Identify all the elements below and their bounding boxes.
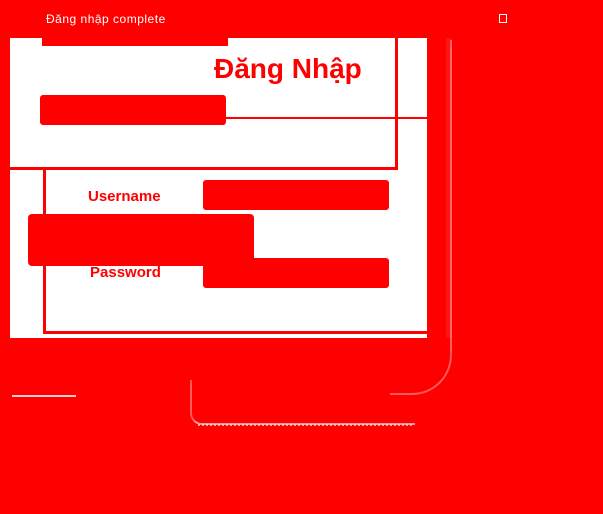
password-label: Password [90,264,161,281]
header-notch [42,38,228,46]
username-input[interactable] [203,180,389,210]
frame-line-left [12,395,76,397]
username-label: Username [88,188,161,205]
frame-curve-bottom [190,380,415,425]
page-title: Đăng Nhập [214,53,362,84]
frame-dotted-line [198,424,412,430]
subtitle-bar [40,95,226,125]
frame-curve-right [390,40,452,395]
status-text: Đăng nhập complete [46,12,166,26]
password-input[interactable] [203,258,389,288]
window-restore-icon[interactable] [499,14,507,23]
